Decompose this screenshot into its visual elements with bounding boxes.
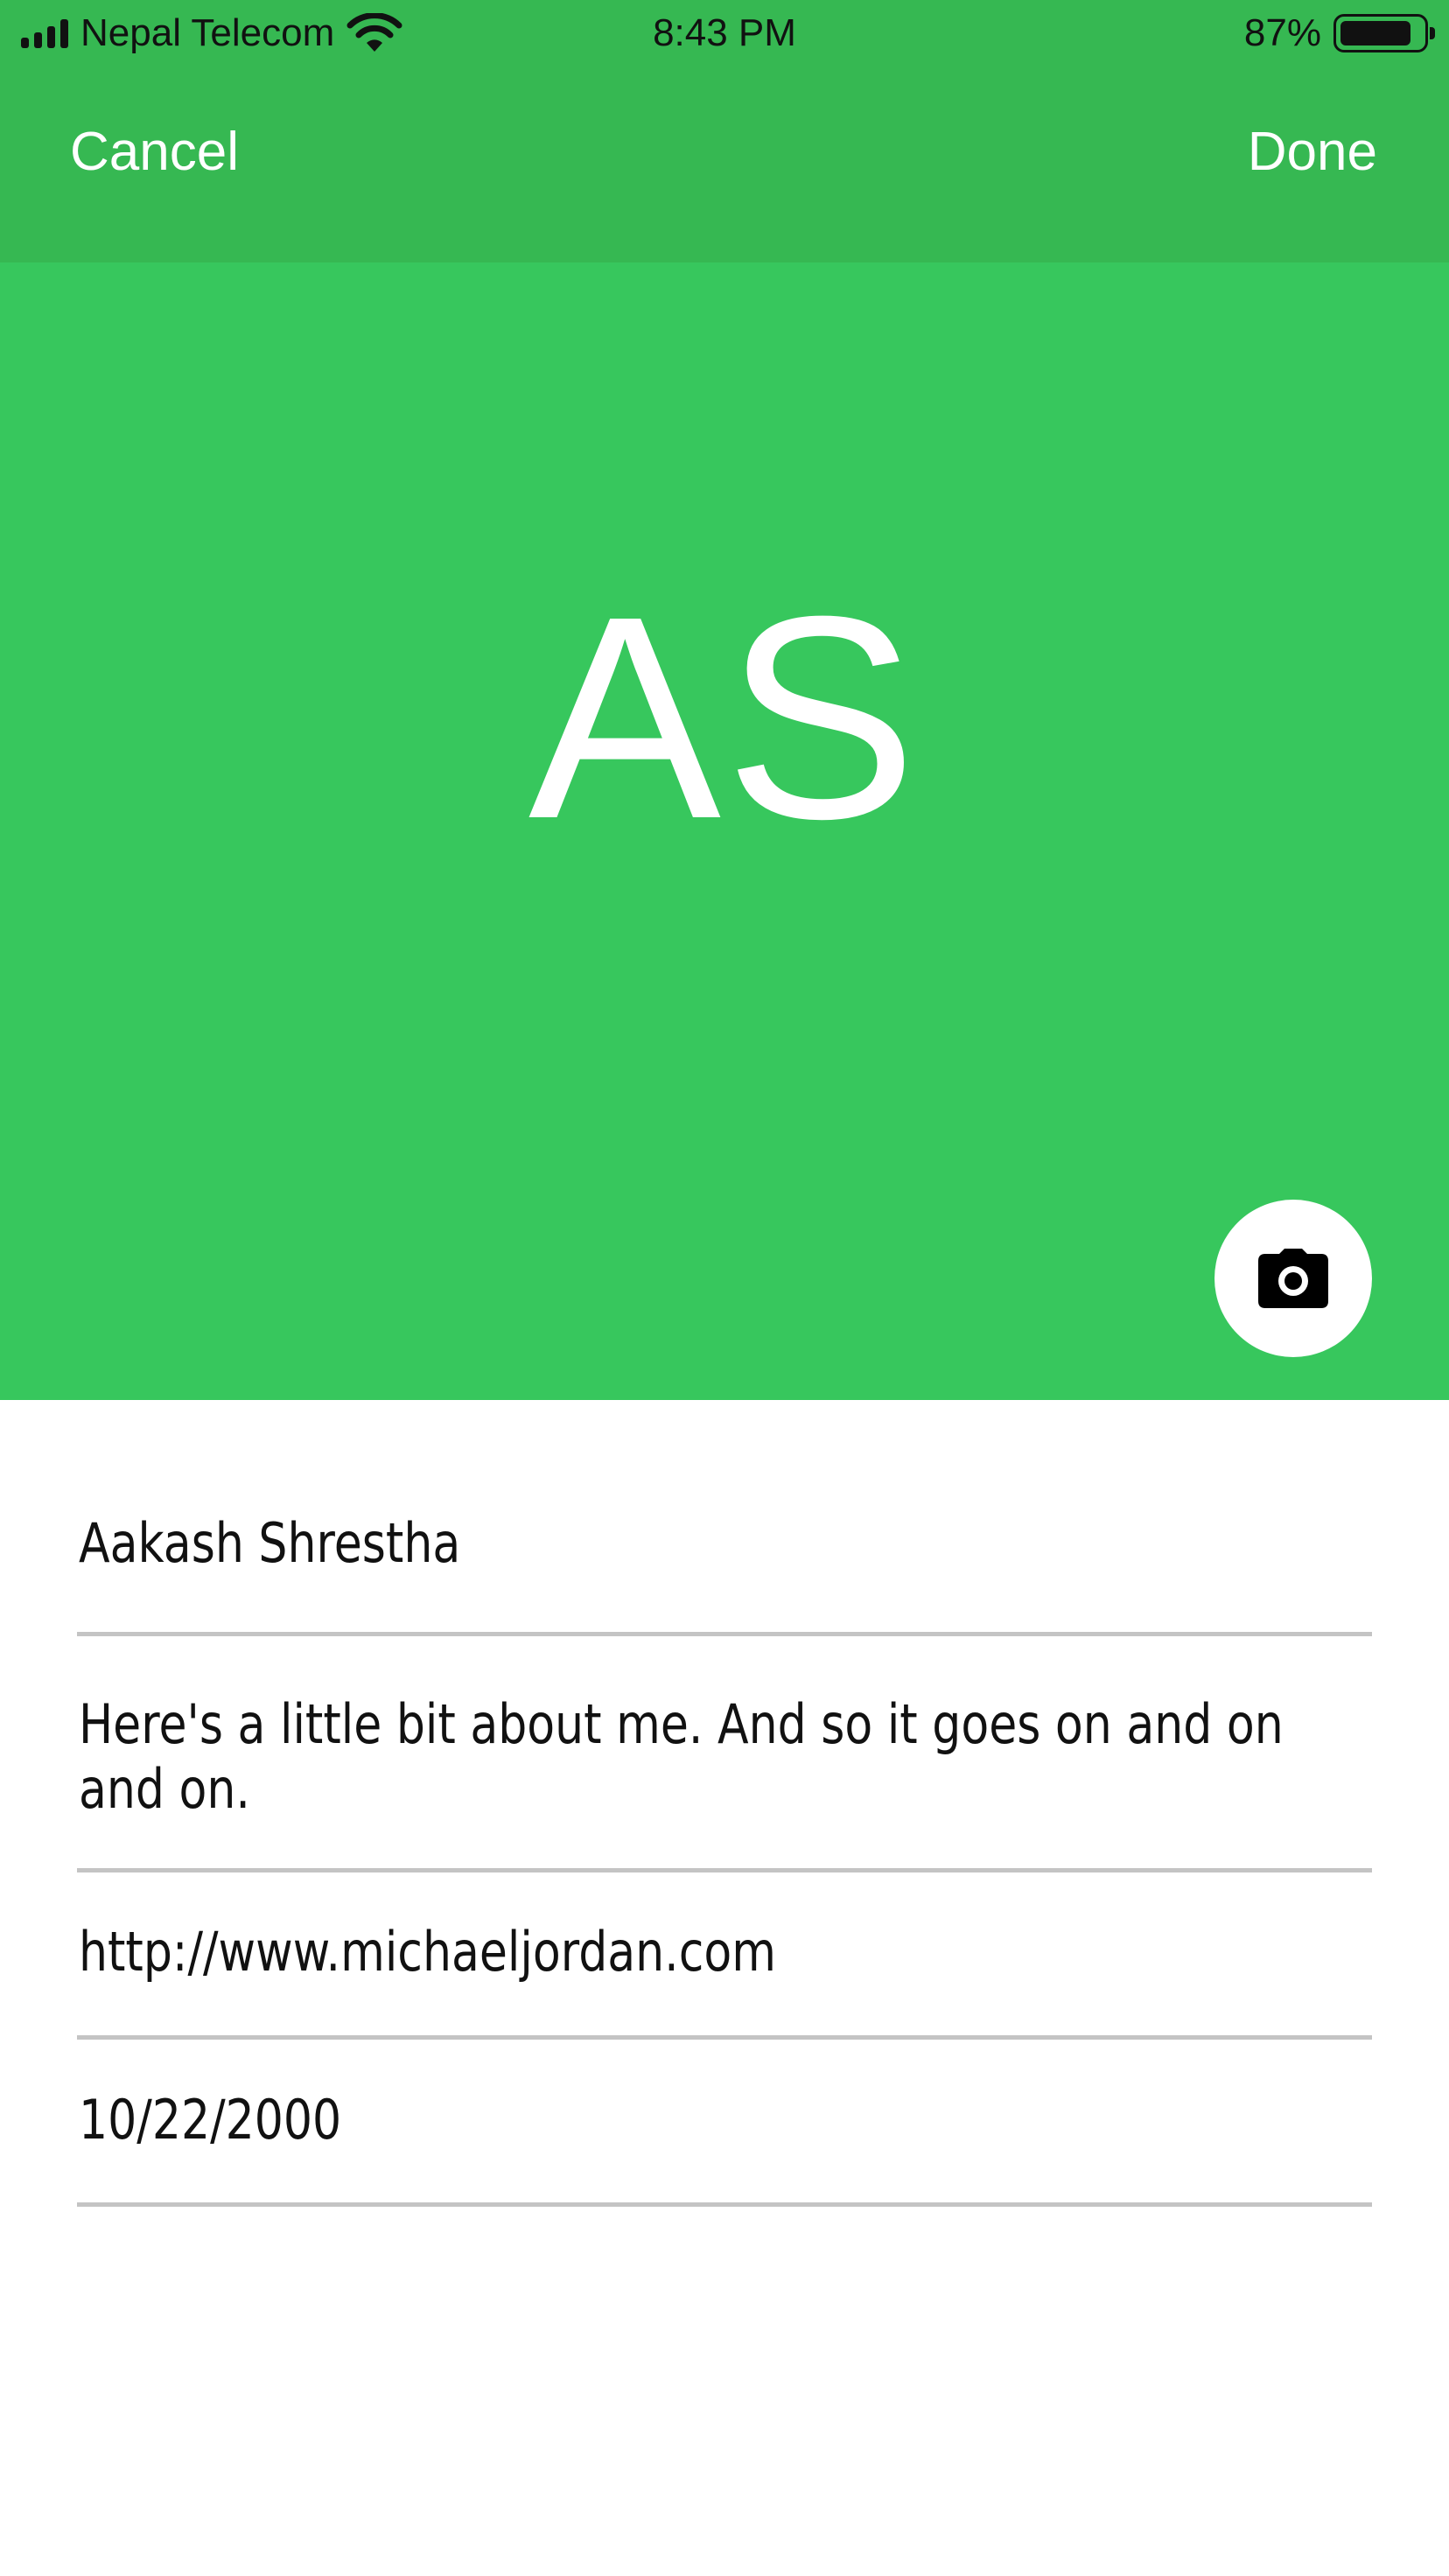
status-right: 87%	[1243, 7, 1435, 60]
website-value: http://www.michaeljordan.com	[79, 1920, 776, 1984]
battery-fill	[1340, 21, 1410, 46]
bio-field[interactable]: Here's a little bit about me. And so it …	[77, 1636, 1372, 1872]
birthday-value: 10/22/2000	[79, 2088, 342, 2152]
profile-header: AS	[0, 262, 1449, 1400]
battery-tip	[1430, 27, 1435, 39]
nav-bar: Cancel Done	[0, 66, 1449, 262]
profile-initials: AS	[528, 556, 921, 878]
bio-value: Here's a little bit about me. And so it …	[79, 1692, 1298, 1821]
name-value: Aakash Shrestha	[79, 1511, 461, 1575]
camera-icon	[1258, 1249, 1328, 1308]
change-photo-button[interactable]	[1214, 1200, 1372, 1357]
battery-icon	[1334, 14, 1435, 52]
birthday-field[interactable]: 10/22/2000	[77, 2040, 1372, 2207]
battery-percent: 87%	[1243, 11, 1321, 54]
done-button[interactable]: Done	[1248, 117, 1377, 187]
website-field[interactable]: http://www.michaeljordan.com	[77, 1872, 1372, 2040]
status-time: 8:43 PM	[653, 11, 796, 54]
status-bar: Nepal Telecom 8:43 PM 87%	[0, 0, 1449, 66]
cancel-button[interactable]: Cancel	[70, 117, 239, 187]
name-field[interactable]: Aakash Shrestha	[77, 1400, 1372, 1636]
